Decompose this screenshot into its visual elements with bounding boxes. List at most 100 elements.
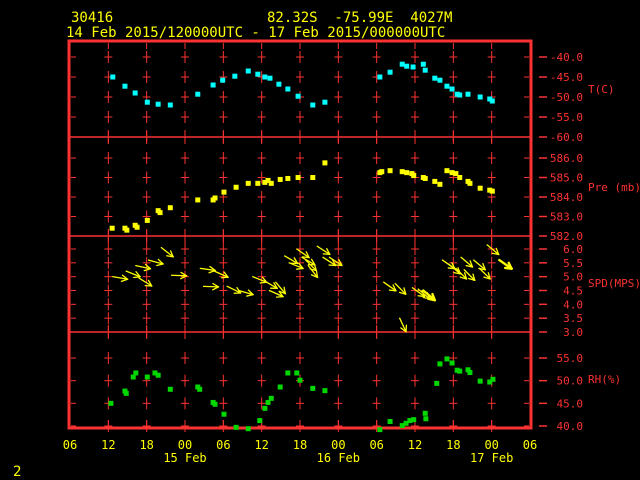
x-tick-label: 06	[216, 438, 230, 452]
x-tick-label: 18	[293, 438, 307, 452]
date-label: 17 Feb	[470, 451, 513, 465]
y-tick-label: 5.5	[563, 257, 583, 270]
data-point	[245, 68, 251, 74]
grid	[71, 43, 529, 432]
data-point	[457, 92, 463, 98]
data-point	[285, 370, 291, 376]
wind-arrow	[252, 276, 268, 284]
data-point	[322, 160, 328, 166]
data-point	[134, 224, 140, 230]
x-tick-label: 12	[101, 438, 115, 452]
data-point	[379, 169, 385, 175]
date-label: 16 Feb	[317, 451, 360, 465]
data-point	[195, 197, 201, 203]
wind-arrow	[486, 244, 500, 256]
data-point	[110, 74, 116, 80]
wind-arrow	[448, 263, 462, 275]
data-point	[437, 181, 443, 187]
y-tick-label: 3.5	[563, 312, 583, 325]
data-point	[262, 405, 268, 411]
data-point	[420, 61, 426, 67]
data-point	[221, 189, 227, 195]
relative_humidity-series	[108, 356, 496, 433]
data-point	[422, 410, 428, 416]
data-point	[277, 384, 283, 390]
data-point	[423, 416, 429, 422]
data-point	[220, 77, 226, 83]
data-point	[422, 67, 428, 73]
data-point	[155, 372, 161, 378]
data-point	[411, 173, 417, 179]
data-point	[122, 83, 128, 89]
x-tick-label: 00	[484, 438, 498, 452]
data-point	[449, 86, 455, 92]
data-point	[295, 175, 301, 180]
date-label: 15 Feb	[163, 451, 206, 465]
data-point	[144, 374, 150, 380]
data-point	[377, 427, 383, 433]
data-point	[437, 361, 443, 367]
wind_speed-series	[112, 244, 513, 333]
y-tick-label: 50.0	[557, 375, 584, 388]
y-tick-label: 584.0	[550, 191, 583, 204]
data-point	[432, 178, 438, 184]
data-point	[157, 210, 163, 216]
data-point	[477, 378, 483, 384]
y-tick-label: 40.0	[557, 420, 584, 433]
wind-arrow	[328, 256, 343, 267]
wind-arrow	[383, 281, 397, 292]
data-point	[457, 175, 463, 180]
pressure-axis-label: Pre (mb)	[588, 181, 640, 194]
x-tick-label: 12	[408, 438, 422, 452]
data-point	[108, 400, 114, 406]
wind_speed-axis-label: SPD(MPS)	[588, 277, 640, 290]
page-number: 2	[13, 464, 22, 480]
wind-arrow	[284, 255, 299, 265]
y-tick-label: 45.0	[557, 397, 584, 410]
y-tick-label: -50.0	[550, 91, 583, 104]
y-tick-label: 4.0	[563, 298, 583, 311]
data-point	[411, 417, 417, 423]
data-point	[310, 385, 316, 391]
data-point	[295, 93, 301, 99]
data-point	[232, 73, 238, 79]
data-point	[377, 74, 383, 80]
y-tick-label: -60.0	[550, 131, 583, 144]
wind-arrow	[399, 317, 408, 333]
wind-arrow	[301, 256, 316, 266]
x-axis: 06 12 18 00 06 12 18 00 06 12 18 00 06 15 Feb 16 Feb 17…	[63, 438, 537, 465]
data-point	[477, 185, 483, 191]
wind-arrow	[498, 258, 513, 270]
y-tick-label: 583.0	[550, 211, 583, 224]
data-point	[267, 75, 273, 81]
y-tick-label: 585.0	[550, 172, 583, 185]
data-point	[212, 401, 218, 407]
temperature-series	[110, 61, 495, 108]
data-point	[195, 91, 201, 97]
y-tick-label: -40.0	[550, 51, 583, 64]
data-point	[387, 168, 393, 174]
data-point	[294, 370, 300, 376]
y-tick-label: 4.5	[563, 285, 583, 298]
y-tick-label: -55.0	[550, 111, 583, 124]
data-point	[449, 360, 455, 366]
data-point	[233, 424, 239, 430]
right-axis: -40.0 -45.0 -50.0 -55.0 -60.0 T(C) 586.0 585.0 5…	[539, 51, 640, 433]
data-point	[233, 184, 239, 190]
data-point	[444, 83, 450, 89]
x-tick-label: 00	[331, 438, 345, 452]
y-tick-label: 6.0	[563, 243, 583, 256]
y-tick-label: -45.0	[550, 71, 583, 84]
wind-arrow	[226, 285, 242, 294]
data-point	[310, 102, 316, 108]
x-tick-label: 12	[254, 438, 268, 452]
data-point	[268, 395, 274, 401]
data-point	[268, 180, 274, 186]
wind-arrow	[160, 246, 174, 258]
wind-arrow	[138, 277, 153, 287]
x-tick-label: 00	[178, 438, 192, 452]
data-point	[262, 74, 268, 80]
data-point	[387, 69, 393, 75]
data-point	[277, 176, 283, 182]
y-tick-label: 55.0	[557, 352, 584, 365]
